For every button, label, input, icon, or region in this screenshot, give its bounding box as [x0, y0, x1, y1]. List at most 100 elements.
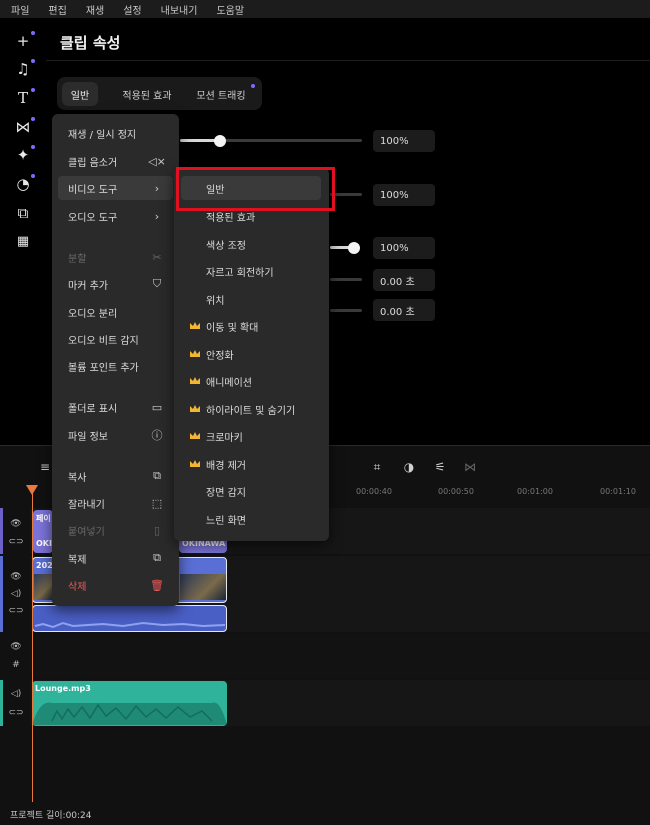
panel-divider: [46, 60, 650, 61]
track-color-bar: [0, 680, 3, 726]
eye-icon[interactable]: 👁: [10, 642, 22, 652]
volume-slider-knob[interactable]: [348, 242, 360, 254]
fade-in-value[interactable]: 0.00 초: [373, 269, 435, 291]
tab-motion-tracking[interactable]: 모션 트래킹: [191, 82, 255, 106]
track-color-bar: [0, 508, 3, 554]
crown-icon: [190, 350, 200, 357]
video-thumbnail: [180, 574, 226, 600]
menu-file[interactable]: 파일: [0, 2, 37, 17]
menu-item-video-tools[interactable]: 비디오 도구 ›: [58, 176, 173, 200]
crown-icon: [190, 432, 200, 439]
template-icon[interactable]: ⧉: [14, 204, 32, 222]
link-icon[interactable]: ⊂⊃: [8, 537, 23, 547]
menu-item-show-in-folder[interactable]: 폴더로 표시 ▭: [52, 395, 179, 419]
submenu-item-color-adjust[interactable]: 색상 조정: [174, 232, 329, 256]
video-audio-clip[interactable]: [32, 605, 227, 632]
link-icon[interactable]: ⊂⊃: [8, 606, 23, 616]
transition-icon[interactable]: ⋈: [14, 117, 35, 136]
menu-item-play-pause[interactable]: 재생 / 일시 정지: [52, 121, 179, 145]
playhead-line[interactable]: [32, 492, 33, 802]
effects-icon[interactable]: ✦: [14, 145, 35, 164]
apps-grid-icon[interactable]: ▦: [14, 232, 32, 250]
highlight-annotation-box: [176, 167, 335, 211]
submenu-item-scene-detect[interactable]: 장면 감지: [174, 479, 329, 503]
submenu-item-pan-zoom[interactable]: 이동 및 확대: [174, 314, 329, 338]
tick-label: 00:01:10: [600, 487, 636, 496]
menu-bar: 파일 편집 재생 설정 내보내기 도움말: [0, 0, 650, 18]
tick-label: 00:01:00: [517, 487, 553, 496]
cut-icon: ⬚: [151, 496, 163, 510]
tick-label: 00:00:40: [356, 487, 392, 496]
fade-out-value[interactable]: 0.00 초: [373, 299, 435, 321]
duplicate-icon: ⧉: [153, 551, 161, 564]
scale-value[interactable]: 100%: [373, 184, 435, 206]
menu-item-add-marker[interactable]: 마커 추가 ⛉: [52, 272, 179, 296]
context-menu: 재생 / 일시 정지 클립 음소거 ◁× 비디오 도구 › 오디오 도구 › 분할 ✂ …: [52, 114, 179, 606]
add-track-icon[interactable]: ≡: [38, 460, 52, 474]
menu-item-mute[interactable]: 클립 음소거 ◁×: [52, 149, 179, 173]
crop-icon[interactable]: ⌗: [370, 460, 384, 474]
tab-motion-tracking-label: 모션 트래킹: [196, 90, 246, 102]
color-icon[interactable]: ◑: [402, 460, 416, 474]
menu-item-cut[interactable]: 잘라내기 ⬚: [52, 491, 179, 515]
tab-general[interactable]: 일반: [62, 82, 98, 106]
menu-item-audio-tools[interactable]: 오디오 도구 ›: [52, 204, 179, 228]
opacity-slider[interactable]: [180, 139, 362, 142]
eye-icon[interactable]: 👁: [10, 519, 22, 529]
tab-applied-effects[interactable]: 적용된 효과: [107, 82, 187, 106]
submenu-item-highlight-hide[interactable]: 하이라이트 및 숨기기: [174, 397, 329, 421]
fade-in-slider[interactable]: [330, 278, 362, 281]
project-length: 프로젝트 길이:00:24: [10, 811, 92, 821]
menu-item-copy[interactable]: 복사 ⧉: [52, 464, 179, 488]
audio-clip[interactable]: Lounge.mp3: [32, 681, 227, 726]
eye-icon[interactable]: 👁: [10, 572, 22, 582]
link-icon[interactable]: ⊂⊃: [8, 708, 23, 718]
menu-item-detach-audio[interactable]: 오디오 분리: [52, 300, 179, 324]
submenu-item-stabilize[interactable]: 안정화: [174, 342, 329, 366]
sticker-icon[interactable]: ◔: [14, 174, 35, 193]
title-clip[interactable]: 페이 OKI: [33, 510, 53, 553]
submenu-item-chroma-key[interactable]: 크로마키: [174, 424, 329, 448]
opacity-value[interactable]: 100%: [373, 130, 435, 152]
transition-tool-icon[interactable]: ⋈: [463, 460, 477, 474]
fade-out-slider[interactable]: [330, 309, 362, 312]
menu-edit[interactable]: 편집: [37, 2, 74, 17]
scissors-icon: ✂: [152, 250, 162, 264]
menu-item-beat-detection[interactable]: 오디오 비트 감지: [52, 327, 179, 351]
tick-label: 00:00:50: [438, 487, 474, 496]
crown-icon: [190, 322, 200, 329]
text-icon[interactable]: T: [14, 88, 35, 107]
grid-lock-icon[interactable]: #: [10, 660, 22, 670]
property-tabs: 일반 적용된 효과 모션 트래킹: [57, 77, 262, 110]
submenu-item-crop-rotate[interactable]: 자르고 회전하기: [174, 259, 329, 283]
track-color-bar: [0, 556, 3, 632]
chevron-right-icon: ›: [154, 209, 160, 223]
volume-value[interactable]: 100%: [373, 237, 435, 259]
menu-item-split[interactable]: 분할 ✂: [52, 245, 179, 269]
submenu-item-position[interactable]: 위치: [174, 287, 329, 311]
crown-icon: [190, 460, 200, 467]
menu-item-file-info[interactable]: 파일 정보 ⓘ: [52, 423, 179, 447]
adjust-icon[interactable]: ⚟: [433, 460, 447, 474]
menu-play[interactable]: 재생: [75, 2, 112, 17]
music-icon[interactable]: ♫: [14, 59, 35, 78]
mute-icon: ◁×: [148, 154, 166, 168]
add-media-icon[interactable]: +: [14, 31, 35, 50]
copy-icon: ⧉: [153, 469, 161, 482]
opacity-slider-knob[interactable]: [214, 135, 226, 147]
menu-settings[interactable]: 설정: [112, 2, 149, 17]
menu-item-duplicate[interactable]: 복제 ⧉: [52, 546, 179, 570]
menu-item-paste[interactable]: 붙여넣기 ▯: [52, 518, 179, 542]
submenu-item-animation[interactable]: 애니메이션: [174, 369, 329, 393]
speaker-icon[interactable]: ◁): [10, 589, 22, 599]
menu-help[interactable]: 도움말: [205, 2, 252, 17]
video-tools-submenu: 일반 적용된 효과 색상 조정 자르고 회전하기 위치 이동 및 확대 안정화 …: [174, 168, 329, 541]
playhead-handle[interactable]: [26, 485, 38, 495]
menu-export[interactable]: 내보내기: [150, 2, 206, 17]
menu-item-add-volume-point[interactable]: 볼륨 포인트 추가: [52, 354, 179, 378]
speaker-icon[interactable]: ◁): [10, 689, 22, 699]
menu-item-delete[interactable]: 삭제 🗑: [52, 573, 179, 597]
submenu-item-slow-motion[interactable]: 느린 화면: [174, 507, 329, 531]
folder-icon: ▭: [151, 400, 163, 414]
submenu-item-remove-bg[interactable]: 배경 제거: [174, 452, 329, 476]
